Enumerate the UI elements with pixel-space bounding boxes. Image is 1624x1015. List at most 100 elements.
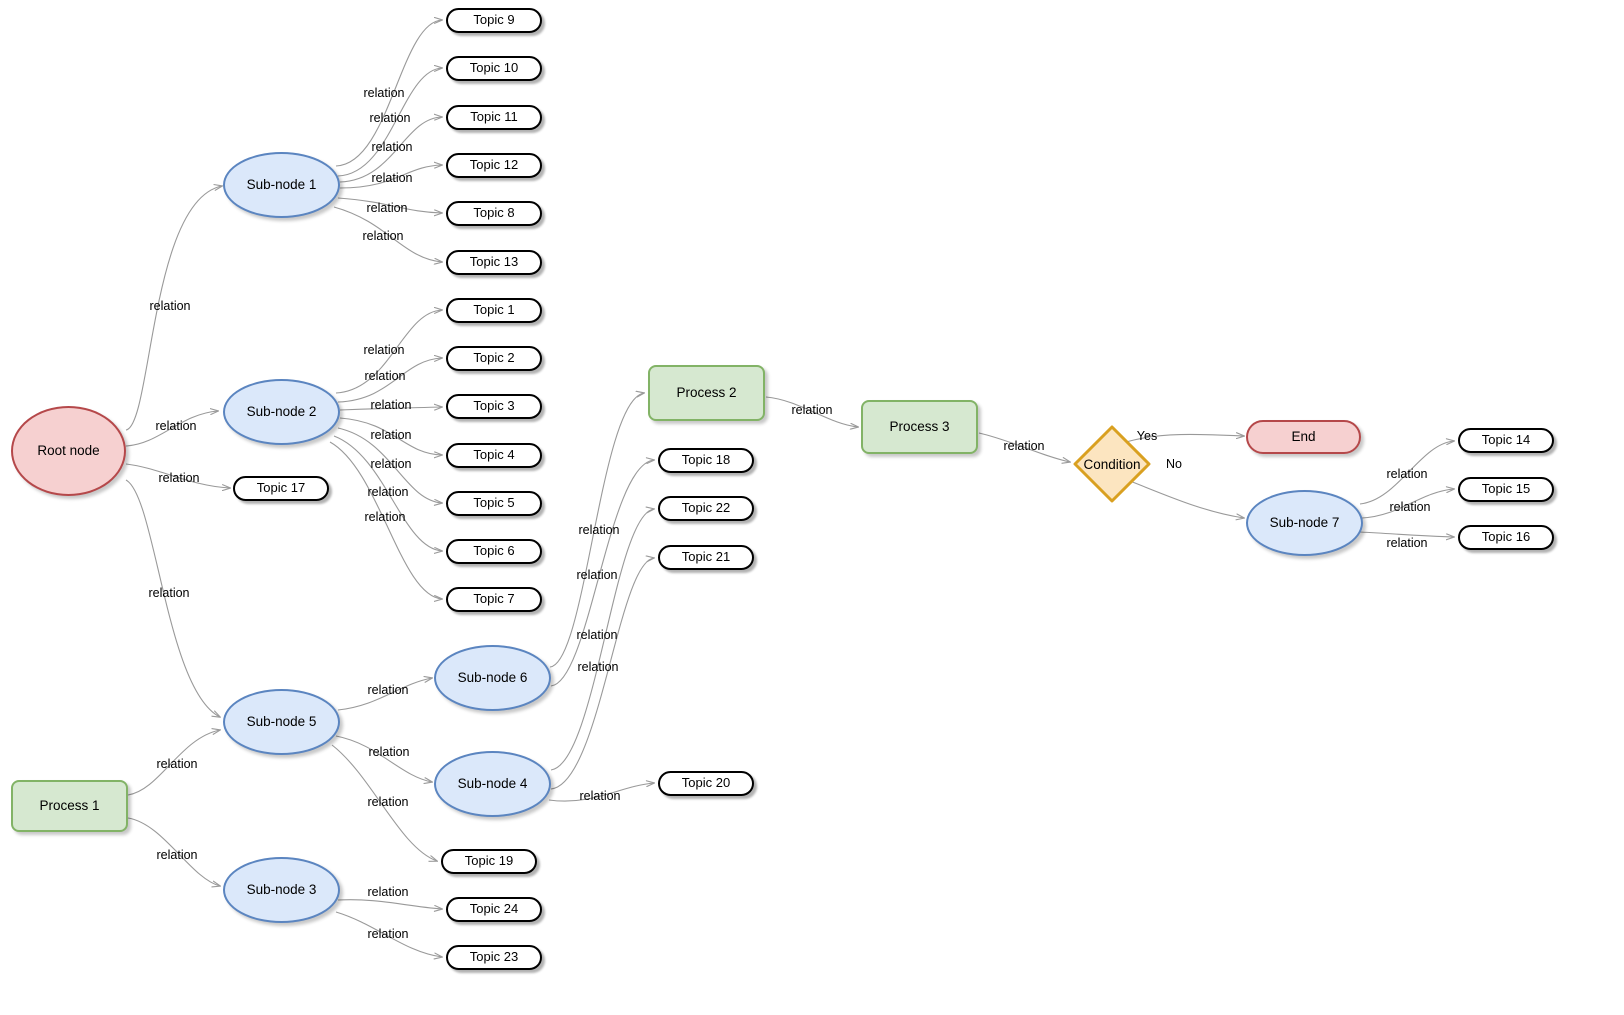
node-t19[interactable]: Topic 19 <box>441 849 537 874</box>
node-label-t5: Topic 5 <box>473 495 515 511</box>
node-label-t18: Topic 18 <box>681 452 731 468</box>
edge-label-sub1-to-t8: relation <box>366 201 408 215</box>
node-label-proc2: Process 2 <box>676 384 737 400</box>
node-label-t6: Topic 6 <box>473 543 515 559</box>
node-label-t3: Topic 3 <box>473 398 515 414</box>
node-label-root: Root node <box>37 442 100 458</box>
node-t20[interactable]: Topic 20 <box>658 771 754 796</box>
diagram-canvas: Root node Sub-node 1 Sub-node 2 Sub-node 5 S… <box>0 0 1624 1015</box>
edge-label-sub1-to-t11: relation <box>371 140 413 154</box>
node-t10[interactable]: Topic 10 <box>446 56 542 81</box>
edge-label-cond-to-sub7: No <box>1166 457 1182 471</box>
edge-label-sub5-to-sub4: relation <box>368 745 410 759</box>
node-end[interactable]: End <box>1246 420 1361 454</box>
edge-label-sub2-to-t5: relation <box>370 457 412 471</box>
node-t12[interactable]: Topic 12 <box>446 153 542 178</box>
node-t15[interactable]: Topic 15 <box>1458 477 1554 502</box>
node-label-t20: Topic 20 <box>681 775 731 791</box>
edge-layer <box>125 0 1624 1015</box>
node-t22[interactable]: Topic 22 <box>658 496 754 521</box>
node-proc1[interactable]: Process 1 <box>11 780 128 832</box>
node-sub2[interactable]: Sub-node 2 <box>223 379 340 445</box>
edge-label-sub2-to-t6: relation <box>367 485 409 499</box>
edge-label-proc1-to-sub3: relation <box>156 848 198 862</box>
edge-label-cond-to-end: Yes <box>1136 429 1158 443</box>
edge-label-sub7-to-t16: relation <box>1386 536 1428 550</box>
node-proc2[interactable]: Process 2 <box>648 365 765 421</box>
node-label-end: End <box>1291 428 1316 444</box>
node-sub5[interactable]: Sub-node 5 <box>223 689 340 755</box>
node-label-sub7: Sub-node 7 <box>1269 514 1340 530</box>
edge-label-root-to-sub2: relation <box>155 419 197 433</box>
node-t23[interactable]: Topic 23 <box>446 945 542 970</box>
edge-label-sub1-to-t13: relation <box>362 229 404 243</box>
node-label-t11: Topic 11 <box>470 109 518 125</box>
node-proc3[interactable]: Process 3 <box>861 400 978 454</box>
edge-label-sub1-to-t9: relation <box>363 86 405 100</box>
node-t8[interactable]: Topic 8 <box>446 201 542 226</box>
edge-label-sub5-to-sub6: relation <box>367 683 409 697</box>
node-t21[interactable]: Topic 21 <box>658 545 754 570</box>
node-t2[interactable]: Topic 2 <box>446 346 542 371</box>
node-label-t13: Topic 13 <box>469 254 519 270</box>
node-sub3[interactable]: Sub-node 3 <box>223 857 340 923</box>
edge-label-sub3-to-t24: relation <box>367 885 409 899</box>
node-t6[interactable]: Topic 6 <box>446 539 542 564</box>
edge-label-proc1-to-sub5: relation <box>156 757 198 771</box>
edge-label-sub1-to-t10: relation <box>369 111 411 125</box>
node-t17[interactable]: Topic 17 <box>233 476 329 501</box>
edge-label-sub4-to-t22: relation <box>576 628 618 642</box>
node-label-t8: Topic 8 <box>473 205 515 221</box>
edge-label-sub7-to-t15: relation <box>1389 500 1431 514</box>
node-t1[interactable]: Topic 1 <box>446 298 542 323</box>
node-label-sub4: Sub-node 4 <box>457 775 528 791</box>
node-sub1[interactable]: Sub-node 1 <box>223 152 340 218</box>
node-label-t16: Topic 16 <box>1481 529 1531 545</box>
node-t14[interactable]: Topic 14 <box>1458 428 1554 453</box>
node-label-t21: Topic 21 <box>681 549 731 565</box>
node-t5[interactable]: Topic 5 <box>446 491 542 516</box>
node-label-t1: Topic 1 <box>473 302 515 318</box>
edge-label-root-to-sub5: relation <box>148 586 190 600</box>
node-label-sub2: Sub-node 2 <box>246 403 317 419</box>
edge-label-sub1-to-t12: relation <box>371 171 413 185</box>
edge-label-sub4-to-t21: relation <box>577 660 619 674</box>
node-label-t4: Topic 4 <box>473 447 515 463</box>
node-t18[interactable]: Topic 18 <box>658 448 754 473</box>
node-sub7[interactable]: Sub-node 7 <box>1246 490 1363 556</box>
node-t11[interactable]: Topic 11 <box>446 105 542 130</box>
edge-sub5-to-sub4 <box>335 735 432 782</box>
node-sub4[interactable]: Sub-node 4 <box>434 751 551 817</box>
node-sub6[interactable]: Sub-node 6 <box>434 645 551 711</box>
node-label-t24: Topic 24 <box>469 901 519 917</box>
node-t7[interactable]: Topic 7 <box>446 587 542 612</box>
node-label-t22: Topic 22 <box>681 500 731 516</box>
node-label-t15: Topic 15 <box>1481 481 1531 497</box>
node-label-sub1: Sub-node 1 <box>246 176 317 192</box>
node-t3[interactable]: Topic 3 <box>446 394 542 419</box>
node-label-sub6: Sub-node 6 <box>457 669 528 685</box>
node-label-t17: Topic 17 <box>256 480 306 496</box>
node-label-proc1: Process 1 <box>39 797 100 813</box>
node-t4[interactable]: Topic 4 <box>446 443 542 468</box>
node-label-t12: Topic 12 <box>469 157 519 173</box>
node-t13[interactable]: Topic 13 <box>446 250 542 275</box>
node-label-sub3: Sub-node 3 <box>246 881 317 897</box>
node-label-t7: Topic 7 <box>473 591 515 607</box>
node-label-t19: Topic 19 <box>464 853 514 869</box>
edge-label-root-to-sub1: relation <box>149 299 191 313</box>
edge-label-sub2-to-t2: relation <box>364 369 406 383</box>
node-t16[interactable]: Topic 16 <box>1458 525 1554 550</box>
edge-label-proc3-to-cond: relation <box>1003 439 1045 453</box>
edge-label-sub2-to-t1: relation <box>363 343 405 357</box>
edge-label-root-to-t17: relation <box>158 471 200 485</box>
node-t24[interactable]: Topic 24 <box>446 897 542 922</box>
edge-label-sub6-to-t18: relation <box>576 568 618 582</box>
edge-label-sub2-to-t7: relation <box>364 510 406 524</box>
edge-label-sub4-to-t20: relation <box>579 789 621 803</box>
edge-label-sub5-to-t19: relation <box>367 795 409 809</box>
node-label-t9: Topic 9 <box>473 12 515 28</box>
node-t9[interactable]: Topic 9 <box>446 8 542 33</box>
node-root[interactable]: Root node <box>11 406 126 496</box>
edge-label-sub6-to-proc2: relation <box>578 523 620 537</box>
